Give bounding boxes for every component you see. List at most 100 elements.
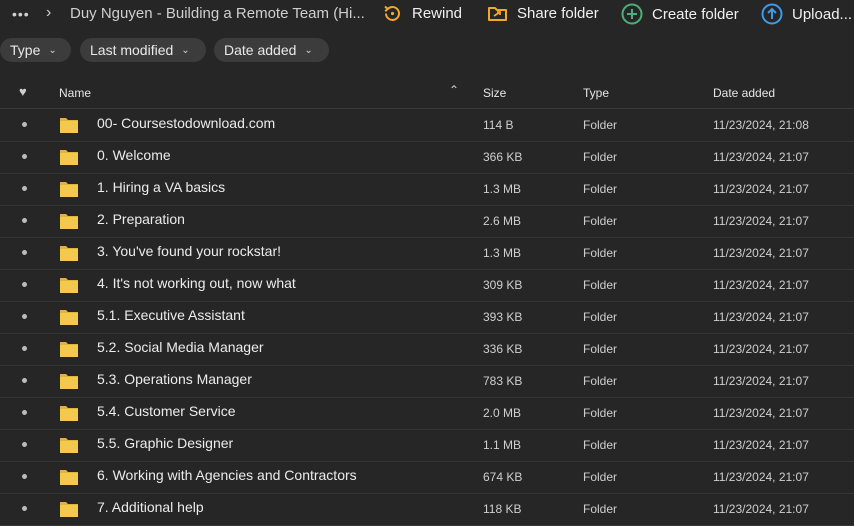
row-date-added: 11/23/2024, 21:07 bbox=[713, 470, 809, 484]
top-bar: ••• › Duy Nguyen - Building a Remote Tea… bbox=[0, 0, 854, 30]
breadcrumb[interactable]: Duy Nguyen - Building a Remote Team (Hi.… bbox=[70, 5, 365, 22]
row-size: 1.3 MB bbox=[483, 182, 522, 196]
row-bullet-icon[interactable] bbox=[22, 282, 27, 287]
folder-icon bbox=[60, 342, 78, 357]
row-bullet-icon[interactable] bbox=[22, 218, 27, 223]
row-type: Folder bbox=[583, 374, 618, 388]
row-size: 309 KB bbox=[483, 278, 523, 292]
row-type: Folder bbox=[583, 150, 618, 164]
more-options-icon[interactable]: ••• bbox=[12, 6, 30, 22]
filter-last-modified[interactable]: Last modified ⌄ bbox=[80, 38, 206, 62]
row-name[interactable]: 3. You've found your rockstar! bbox=[97, 243, 281, 259]
row-name[interactable]: 00- Coursestodownload.com bbox=[97, 115, 275, 131]
folder-icon bbox=[60, 502, 78, 517]
row-name[interactable]: 4. It's not working out, now what bbox=[97, 275, 296, 291]
share-folder-button[interactable]: Share folder bbox=[487, 3, 599, 24]
row-date-added: 11/23/2024, 21:07 bbox=[713, 214, 809, 228]
row-name[interactable]: 5.2. Social Media Manager bbox=[97, 339, 264, 355]
row-date-added: 11/23/2024, 21:08 bbox=[713, 118, 809, 132]
row-name[interactable]: 1. Hiring a VA basics bbox=[97, 179, 225, 195]
table-row[interactable]: 5.5. Graphic Designer 1.1 MB Folder 11/23/2… bbox=[0, 429, 854, 462]
favorite-column-heart-icon[interactable]: ♥ bbox=[19, 84, 27, 99]
filter-date-added[interactable]: Date added ⌄ bbox=[214, 38, 329, 62]
share-folder-icon bbox=[488, 7, 507, 21]
sort-ascending-icon[interactable]: ⌃ bbox=[449, 83, 459, 97]
filter-type[interactable]: Type ⌄ bbox=[0, 38, 71, 62]
row-size: 2.6 MB bbox=[483, 214, 522, 228]
row-name[interactable]: 5.1. Executive Assistant bbox=[97, 307, 245, 323]
chevron-down-icon: ⌄ bbox=[181, 44, 190, 56]
table-row[interactable]: 7. Additional help 118 KB Folder 11/23/2024… bbox=[0, 493, 854, 526]
table-row[interactable]: 6. Working with Agencies and Contractors… bbox=[0, 461, 854, 494]
table-row[interactable]: 5.1. Executive Assistant 393 KB Folder 11/2… bbox=[0, 301, 854, 334]
chevron-down-icon: ⌄ bbox=[304, 44, 313, 56]
folder-icon bbox=[60, 246, 78, 261]
upload-label: Upload... bbox=[792, 5, 853, 23]
table-row[interactable]: 3. You've found your rockstar! 1.3 MB Fold… bbox=[0, 237, 854, 270]
row-bullet-icon[interactable] bbox=[22, 378, 27, 383]
row-name[interactable]: 2. Preparation bbox=[97, 211, 185, 227]
row-bullet-icon[interactable] bbox=[22, 314, 27, 319]
row-bullet-icon[interactable] bbox=[22, 442, 27, 447]
row-type: Folder bbox=[583, 182, 618, 196]
row-date-added: 11/23/2024, 21:07 bbox=[713, 278, 809, 292]
folder-icon bbox=[60, 438, 78, 453]
row-bullet-icon[interactable] bbox=[22, 186, 27, 191]
row-name[interactable]: 7. Additional help bbox=[97, 499, 204, 515]
row-size: 2.0 MB bbox=[483, 406, 522, 420]
rewind-button[interactable]: Rewind bbox=[382, 3, 462, 24]
column-size[interactable]: Size bbox=[483, 86, 506, 100]
row-size: 783 KB bbox=[483, 374, 523, 388]
row-bullet-icon[interactable] bbox=[22, 506, 27, 511]
rewind-icon bbox=[384, 5, 400, 21]
row-bullet-icon[interactable] bbox=[22, 346, 27, 351]
row-bullet-icon[interactable] bbox=[22, 474, 27, 479]
row-name[interactable]: 5.3. Operations Manager bbox=[97, 371, 252, 387]
row-bullet-icon[interactable] bbox=[22, 122, 27, 127]
create-folder-button[interactable]: Create folder bbox=[621, 3, 739, 25]
row-date-added: 11/23/2024, 21:07 bbox=[713, 310, 809, 324]
row-bullet-icon[interactable] bbox=[22, 154, 27, 159]
upload-button[interactable]: Upload... bbox=[761, 3, 852, 25]
table-row[interactable]: 0. Welcome 366 KB Folder 11/23/2024, 21:07 bbox=[0, 141, 854, 174]
row-bullet-icon[interactable] bbox=[22, 250, 27, 255]
row-name[interactable]: 5.5. Graphic Designer bbox=[97, 435, 233, 451]
column-date-added[interactable]: Date added bbox=[713, 86, 775, 100]
folder-icon bbox=[60, 150, 78, 165]
row-name[interactable]: 0. Welcome bbox=[97, 147, 171, 163]
table-row[interactable]: 5.4. Customer Service 2.0 MB Folder 11/23/2… bbox=[0, 397, 854, 430]
row-type: Folder bbox=[583, 406, 618, 420]
table-row[interactable]: 4. It's not working out, now what 309 KB F… bbox=[0, 269, 854, 302]
folder-icon bbox=[60, 310, 78, 325]
column-type[interactable]: Type bbox=[583, 86, 609, 100]
breadcrumb-chevron-icon: › bbox=[46, 4, 52, 21]
row-type: Folder bbox=[583, 278, 618, 292]
row-size: 114 B bbox=[483, 118, 514, 132]
share-folder-label: Share folder bbox=[517, 5, 599, 22]
row-date-added: 11/23/2024, 21:07 bbox=[713, 246, 809, 260]
table-row[interactable]: 1. Hiring a VA basics 1.3 MB Folder 11/23/2… bbox=[0, 173, 854, 206]
row-size: 336 KB bbox=[483, 342, 523, 356]
table-row[interactable]: 5.2. Social Media Manager 336 KB Folder 11/… bbox=[0, 333, 854, 366]
row-type: Folder bbox=[583, 438, 618, 452]
folder-icon bbox=[60, 278, 78, 293]
folder-icon bbox=[60, 214, 78, 229]
row-name[interactable]: 5.4. Customer Service bbox=[97, 403, 236, 419]
row-type: Folder bbox=[583, 246, 618, 260]
row-bullet-icon[interactable] bbox=[22, 410, 27, 415]
table-row[interactable]: 00- Coursestodownload.com 114 B Folder 11/2… bbox=[0, 109, 854, 142]
row-type: Folder bbox=[583, 342, 618, 356]
create-folder-icon bbox=[621, 3, 643, 25]
table-header: ♥ Name ⌃ Size Type Date added bbox=[0, 76, 854, 109]
table-row[interactable]: 2. Preparation 2.6 MB Folder 11/23/2024, 21… bbox=[0, 205, 854, 238]
table-row[interactable]: 5.3. Operations Manager 783 KB Folder 11/23… bbox=[0, 365, 854, 398]
row-type: Folder bbox=[583, 470, 618, 484]
row-size: 674 KB bbox=[483, 470, 523, 484]
row-date-added: 11/23/2024, 21:07 bbox=[713, 502, 809, 516]
create-folder-label: Create folder bbox=[652, 5, 739, 23]
column-name[interactable]: Name bbox=[59, 86, 91, 100]
row-size: 118 KB bbox=[483, 502, 522, 516]
row-name[interactable]: 6. Working with Agencies and Contractors bbox=[97, 467, 357, 483]
filter-type-label: Type bbox=[10, 42, 41, 58]
filter-date-added-label: Date added bbox=[224, 42, 297, 58]
